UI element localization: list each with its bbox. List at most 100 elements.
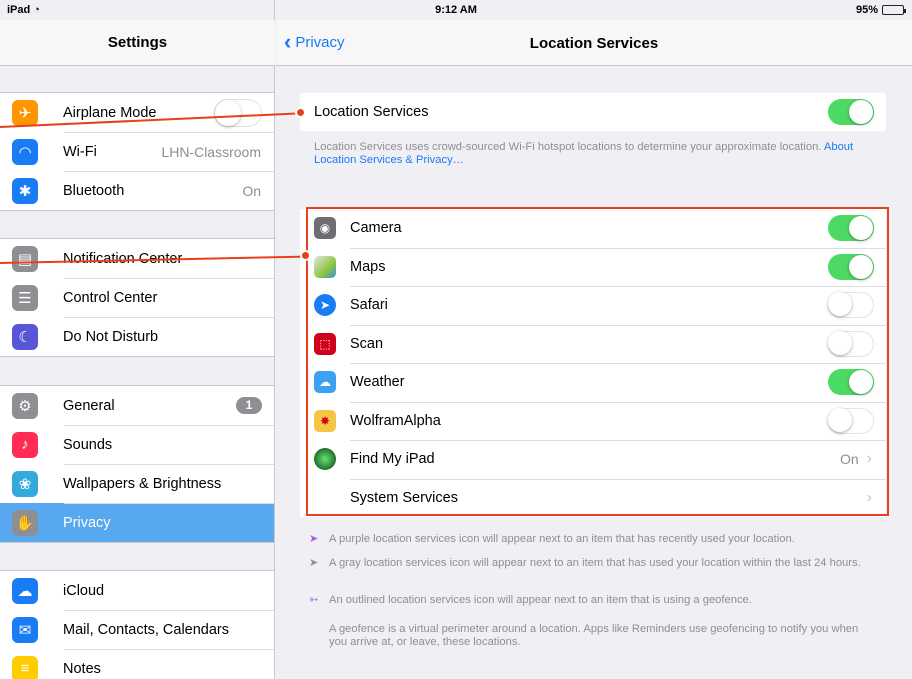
sidebar-item-label: Wallpapers & Brightness [63, 475, 222, 492]
sidebar-group-centers: ▤ Notification Center ☰ Control Center ☾… [0, 238, 274, 357]
airplane-mode-toggle[interactable] [214, 99, 262, 127]
clock: 9:12 AM [435, 4, 477, 16]
sidebar-title: Settings [0, 20, 275, 66]
wolframalpha-location-toggle[interactable] [828, 407, 874, 434]
sidebar-item-label: Notes [63, 660, 101, 677]
update-badge: 1 [236, 397, 262, 414]
sidebar-item-control-center[interactable]: ☰ Control Center [0, 278, 274, 317]
app-row-maps[interactable]: Maps [300, 247, 886, 287]
app-location-list: ◉ Camera Maps ➤ Safari ⬚ Scan ☁ Weather … [300, 209, 886, 517]
safari-icon: ➤ [314, 294, 336, 317]
sidebar-item-label: Privacy [63, 514, 111, 531]
battery-icon [882, 5, 906, 15]
app-row-wolframalpha[interactable]: ✸ WolframAlpha [300, 401, 886, 441]
app-label: Find My iPad [350, 451, 435, 468]
sidebar-item-label: Mail, Contacts, Calendars [63, 621, 230, 638]
sidebar-item-wallpapers-brightness[interactable]: ❀ Wallpapers & Brightness [0, 464, 274, 503]
moon-icon: ☾ [12, 323, 38, 350]
hand-icon: ✋ [12, 509, 38, 536]
mail-icon: ✉ [12, 616, 38, 643]
legend-gray: ➤ A gray location services icon will app… [309, 557, 861, 569]
purple-arrow-icon: ➤ [309, 533, 319, 545]
sidebar-item-label: Sounds [63, 436, 113, 453]
app-label: Camera [350, 220, 402, 237]
weather-icon: ☁ [314, 371, 336, 394]
gray-arrow-icon: ➤ [309, 557, 319, 569]
sidebar-item-label: Airplane Mode [63, 104, 157, 121]
app-row-camera[interactable]: ◉ Camera [300, 209, 886, 248]
status-bar: iPad ◔ 9:12 AM 95% [0, 0, 912, 20]
sidebar-item-sounds[interactable]: ♪ Sounds [0, 425, 274, 464]
chevron-right-icon: › [866, 450, 872, 468]
camera-icon: ◉ [314, 217, 336, 240]
sidebar-group-general: ⚙ General 1 ♪ Sounds ❀ Wallpapers & Brig… [0, 385, 274, 543]
callout-dot-location-services [295, 107, 306, 118]
sidebar-item-label: iCloud [63, 582, 105, 599]
sidebar-item-label: Bluetooth [63, 182, 125, 199]
sidebar-item-bluetooth[interactable]: ✱ Bluetooth On [0, 171, 274, 210]
maps-icon [314, 255, 336, 278]
safari-location-toggle[interactable] [828, 292, 874, 318]
app-label: System Services [350, 489, 458, 506]
weather-location-toggle[interactable] [828, 369, 874, 395]
app-label: WolframAlpha [350, 412, 441, 429]
battery-indicator: 95% [855, 4, 906, 16]
bluetooth-icon: ✱ [12, 177, 38, 204]
control-center-icon: ☰ [12, 284, 38, 311]
legend-outlined: ➳ An outlined location services icon wil… [309, 594, 752, 606]
speaker-icon: ♪ [12, 431, 38, 458]
geofence-note: A geofence is a virtual perimeter around… [329, 623, 859, 648]
sidebar-group-connectivity: ✈ Airplane Mode ◠ Wi-Fi LHN-Classroom ✱ … [0, 92, 274, 211]
app-label: Safari [350, 297, 388, 314]
location-services-panel: ‹ Privacy Location Services Location Ser… [276, 0, 912, 679]
app-row-scan[interactable]: ⬚ Scan [300, 324, 886, 364]
notification-center-icon: ▤ [12, 245, 38, 272]
app-label: Maps [350, 258, 386, 275]
chevron-right-icon: › [866, 488, 872, 506]
sidebar-item-airplane-mode[interactable]: ✈ Airplane Mode [0, 93, 274, 132]
app-row-system-services[interactable]: System Services › [300, 478, 886, 518]
page-title: Location Services [529, 35, 659, 52]
gear-icon: ⚙ [12, 392, 38, 419]
sidebar-group-accounts: ☁ iCloud ✉ Mail, Contacts, Calendars ≡ N… [0, 570, 274, 679]
scan-icon: ⬚ [314, 332, 336, 355]
location-services-toggle[interactable] [828, 99, 874, 125]
app-label: Weather [350, 374, 405, 391]
airplane-icon: ✈ [12, 99, 38, 126]
notes-icon: ≡ [12, 655, 38, 679]
nav-bar: ‹ Privacy Location Services [276, 20, 912, 66]
find-my-ipad-icon [314, 448, 336, 471]
sidebar-item-wifi[interactable]: ◠ Wi-Fi LHN-Classroom [0, 132, 274, 171]
sidebar-item-notes[interactable]: ≡ Notes [0, 649, 274, 679]
sidebar-item-label: General [63, 397, 115, 414]
callout-dot-app-list [300, 250, 311, 261]
sidebar-item-mail-contacts-calendars[interactable]: ✉ Mail, Contacts, Calendars [0, 610, 274, 649]
wallpaper-icon: ❀ [12, 470, 38, 497]
wifi-icon: ◠ [12, 138, 38, 165]
wifi-network-value: LHN-Classroom [161, 143, 261, 160]
legend-purple: ➤ A purple location services icon will a… [309, 533, 795, 545]
app-label: Scan [350, 335, 384, 352]
sidebar-item-label: Do Not Disturb [63, 328, 159, 345]
maps-location-toggle[interactable] [828, 253, 874, 280]
find-my-ipad-value: On [839, 451, 859, 468]
camera-location-toggle[interactable] [828, 215, 874, 241]
location-services-label: Location Services [314, 104, 429, 120]
location-services-description: Location Services uses crowd-sourced Wi-… [314, 141, 854, 166]
outlined-arrow-icon: ➳ [309, 594, 319, 606]
sidebar-item-icloud[interactable]: ☁ iCloud [0, 571, 274, 610]
bluetooth-value: On [242, 182, 261, 199]
sidebar-item-do-not-disturb[interactable]: ☾ Do Not Disturb [0, 317, 274, 356]
sidebar-item-general[interactable]: ⚙ General 1 [0, 386, 274, 425]
wolframalpha-icon: ✸ [314, 409, 336, 432]
app-row-safari[interactable]: ➤ Safari [300, 286, 886, 325]
scan-location-toggle[interactable] [828, 330, 874, 357]
sidebar-item-label: Wi-Fi [63, 143, 97, 160]
app-row-weather[interactable]: ☁ Weather [300, 363, 886, 402]
sidebar-item-label: Control Center [63, 289, 158, 306]
location-services-row[interactable]: Location Services [300, 93, 886, 131]
sidebar-item-privacy[interactable]: ✋ Privacy [0, 503, 274, 542]
cloud-icon: ☁ [12, 577, 38, 604]
battery-percent: 95% [855, 4, 878, 16]
app-row-find-my-ipad[interactable]: Find My iPad On › [300, 440, 886, 479]
